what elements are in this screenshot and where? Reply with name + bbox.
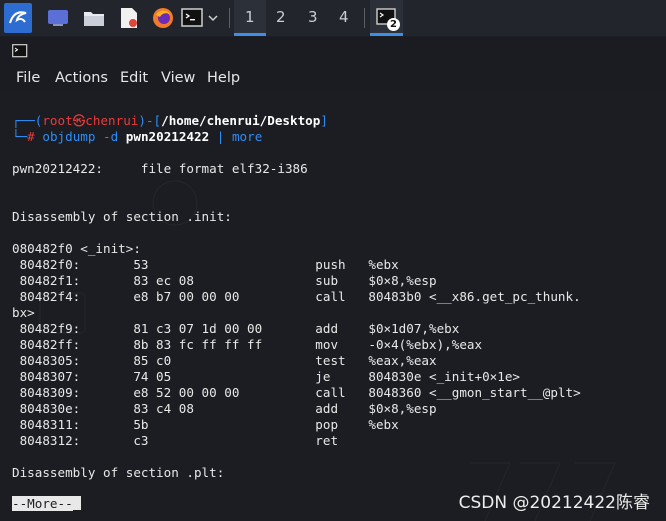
workspace-4[interactable]: 4: [339, 8, 349, 26]
firefox-button[interactable]: [150, 5, 176, 31]
window-titlebar: [0, 37, 666, 63]
menu-view[interactable]: View: [161, 70, 195, 86]
terminal-dropdown-chevron[interactable]: [206, 10, 220, 26]
terminal-icon: [181, 8, 203, 27]
output-line: 8048311: 5b pop %ebx: [12, 417, 399, 432]
output-line: 804830e: 83 c4 08 add $0×8,%esp: [12, 401, 437, 416]
output-line: 8048309: e8 52 00 00 00 call 8048360 <__…: [12, 385, 581, 400]
menu-edit[interactable]: Edit: [120, 70, 148, 86]
file-manager-button[interactable]: [82, 6, 106, 30]
command-argument: pwn20212422: [125, 129, 210, 144]
menu-actions[interactable]: Actions: [55, 70, 108, 86]
terminal-output[interactable]: ┌──(root㉿chenrui)-[/home/chenrui/Desktop…: [0, 93, 666, 521]
show-desktop-button[interactable]: [46, 6, 70, 30]
more-pager-line: --More--: [12, 496, 81, 512]
folder-icon: [84, 12, 104, 26]
workspace-2[interactable]: 2: [276, 8, 286, 26]
output-line: pwn20212422: file format elf32-i386: [12, 161, 308, 176]
menu-file[interactable]: File: [16, 70, 40, 86]
document-edit-icon: [121, 8, 137, 28]
task-underline: [370, 33, 403, 36]
command-text: objdump -d: [42, 129, 119, 144]
chevron-down-icon: [208, 15, 218, 22]
desktop-icon: [48, 10, 68, 26]
output-line: Disassembly of section .init:: [12, 209, 232, 224]
output-line: 80482f0: 53 push %ebx: [12, 257, 399, 272]
text-editor-button[interactable]: [117, 5, 141, 31]
pipe-symbol: |: [216, 129, 225, 144]
workspace-3[interactable]: 3: [308, 8, 318, 26]
output-line: 80482f9: 81 c3 07 1d 00 00 add $0×1d07,%…: [12, 321, 460, 336]
output-line: bx>: [12, 305, 35, 320]
window-count-badge: 2: [387, 18, 400, 31]
kali-menu-button[interactable]: [4, 3, 32, 33]
terminal-task-button[interactable]: 2: [370, 0, 403, 36]
menu-help[interactable]: Help: [207, 70, 240, 86]
prompt-line-1: ┌──(root㉿chenrui)-[/home/chenrui/Desktop…: [12, 113, 328, 128]
firefox-icon: [153, 8, 173, 28]
prompt-host: chenrui: [85, 113, 139, 128]
output-line: 80482f4: e8 b7 00 00 00 call 80483b0 <__…: [12, 289, 581, 304]
output-line: Disassembly of section .plt:: [12, 465, 225, 480]
output-line: 8048312: c3 ret: [12, 433, 339, 448]
terminal-window-icon[interactable]: [12, 44, 28, 58]
prompt-user: root: [42, 113, 73, 128]
output-line: 8048305: 85 c0 test %eax,%eax: [12, 353, 437, 368]
taskbar-separator: [229, 8, 230, 28]
prompt-line-2: └─# objdump -d pwn20212422 | more: [12, 129, 263, 144]
workspace-1-underline: [234, 33, 266, 36]
cursor: [72, 496, 81, 510]
pipe-command: more: [231, 129, 263, 144]
kali-dragon-icon: [9, 11, 27, 24]
menu-bar: File Actions Edit View Help: [0, 63, 666, 93]
taskbar-separator-2: [364, 8, 365, 28]
desktop-background-decoration: [39, 180, 616, 521]
terminal-launcher-button[interactable]: [180, 7, 204, 29]
output-line: 80482ff: 8b 83 fc ff ff ff mov -0×4(%ebx…: [12, 337, 483, 352]
output-line: 8048307: 74 05 je 804830e <_init+0×1e>: [12, 369, 520, 384]
workspace-1[interactable]: 1: [245, 8, 255, 26]
more-prompt[interactable]: --More--: [12, 496, 73, 511]
output-line: 080482f0 <_init>:: [12, 241, 141, 256]
csdn-watermark: CSDN @20212422陈睿: [458, 493, 650, 513]
prompt-path: /home/chenrui/Desktop: [161, 113, 321, 128]
output-line: 80482f1: 83 ec 08 sub $0×8,%esp: [12, 273, 437, 288]
taskbar: 1 2 3 4 2: [0, 0, 666, 36]
prompt-at-symbol: ㉿: [72, 113, 86, 128]
